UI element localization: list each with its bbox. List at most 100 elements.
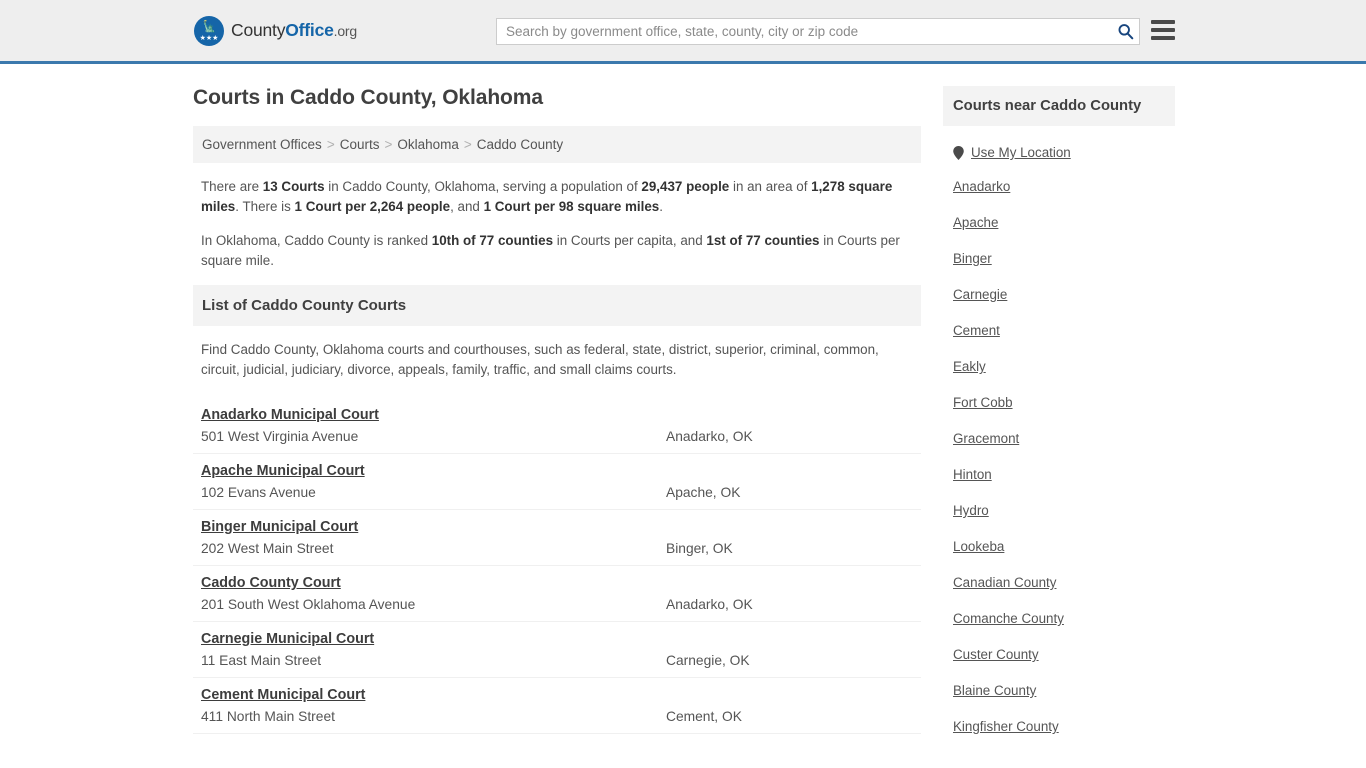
court-list: Anadarko Municipal Court 501 West Virgin…	[193, 398, 921, 734]
sidebar-link[interactable]: Eakly	[953, 359, 986, 374]
intro-paragraph-2: In Oklahoma, Caddo County is ranked 10th…	[201, 233, 900, 268]
stars-glyph: ★★★	[199, 34, 219, 42]
hamburger-menu-icon[interactable]	[1151, 20, 1175, 40]
intro-statistics: There are 13 Courts in Caddo County, Okl…	[193, 177, 921, 271]
table-row: Carnegie Municipal Court 11 East Main St…	[193, 622, 921, 678]
hamburger-bar-1	[1151, 20, 1175, 24]
search-bar	[496, 18, 1140, 45]
court-name-link[interactable]: Binger Municipal Court	[201, 519, 358, 535]
sidebar-link[interactable]: Kingfisher County	[953, 719, 1059, 734]
search-input[interactable]	[496, 18, 1140, 45]
court-city: Carnegie, OK	[666, 653, 750, 668]
sidebar-item-lookeba[interactable]: Lookeba	[943, 529, 1175, 565]
court-city: Binger, OK	[666, 541, 733, 556]
sidebar-link[interactable]: Canadian County	[953, 575, 1056, 590]
court-name-link[interactable]: Apache Municipal Court	[201, 463, 365, 479]
sidebar-item-hydro[interactable]: Hydro	[943, 493, 1175, 529]
site-header: 🗽 ★★★ CountyOffice.org	[0, 0, 1366, 64]
sidebar-item-use-my-location[interactable]: Use My Location	[943, 136, 1175, 169]
map-pin-icon	[953, 145, 964, 160]
sidebar-item-custer-county[interactable]: Custer County	[943, 637, 1175, 673]
search-icon	[1118, 24, 1133, 40]
court-detail-line: 201 South West Oklahoma Avenue Anadarko,…	[201, 597, 913, 612]
breadcrumb-separator: >	[463, 137, 472, 152]
sidebar-item-kingfisher-county[interactable]: Kingfisher County	[943, 709, 1175, 745]
breadcrumb-item-government-offices[interactable]: Government Offices	[202, 137, 322, 152]
sidebar-item-canadian-county[interactable]: Canadian County	[943, 565, 1175, 601]
breadcrumb-item-oklahoma[interactable]: Oklahoma	[397, 137, 459, 152]
sidebar-link[interactable]: Anadarko	[953, 179, 1010, 194]
hamburger-bar-3	[1151, 36, 1175, 40]
sidebar-link[interactable]: Hydro	[953, 503, 989, 518]
breadcrumb-separator: >	[384, 137, 393, 152]
court-address: 201 South West Oklahoma Avenue	[201, 597, 416, 612]
court-detail-line: 411 North Main Street Cement, OK	[201, 709, 913, 724]
court-address: 102 Evans Avenue	[201, 485, 316, 500]
sidebar-item-gracemont[interactable]: Gracemont	[943, 421, 1175, 457]
sidebar-link[interactable]: Binger	[953, 251, 992, 266]
court-city: Apache, OK	[666, 485, 741, 500]
eagle-glyph: 🗽	[202, 20, 217, 33]
page-title: Courts in Caddo County, Oklahoma	[193, 86, 543, 109]
sidebar: Courts near Caddo County Use My Location…	[943, 86, 1175, 745]
sidebar-link[interactable]: Custer County	[953, 647, 1039, 662]
logo-county-text: County	[231, 20, 286, 40]
sidebar-link[interactable]: Hinton	[953, 467, 992, 482]
court-detail-line: 102 Evans Avenue Apache, OK	[201, 485, 913, 500]
intro-paragraph-1: There are 13 Courts in Caddo County, Okl…	[201, 179, 893, 214]
sidebar-item-carnegie[interactable]: Carnegie	[943, 277, 1175, 313]
court-name-link[interactable]: Carnegie Municipal Court	[201, 631, 374, 647]
sidebar-link[interactable]: Comanche County	[953, 611, 1064, 626]
sidebar-item-apache[interactable]: Apache	[943, 205, 1175, 241]
breadcrumb-item-courts[interactable]: Courts	[340, 137, 380, 152]
content-container: Courts in Caddo County, Oklahoma Governm…	[193, 64, 1175, 745]
sidebar-link[interactable]: Fort Cobb	[953, 395, 1013, 410]
sidebar-link[interactable]: Gracemont	[953, 431, 1019, 446]
sidebar-item-cement[interactable]: Cement	[943, 313, 1175, 349]
eagle-shield-icon: 🗽 ★★★	[194, 15, 224, 46]
court-address: 11 East Main Street	[201, 653, 322, 668]
court-address: 501 West Virginia Avenue	[201, 429, 359, 444]
court-name-link[interactable]: Cement Municipal Court	[201, 687, 365, 703]
section-heading-court-list: List of Caddo County Courts	[193, 285, 921, 326]
court-city: Anadarko, OK	[666, 597, 753, 612]
table-row: Apache Municipal Court 102 Evans Avenue …	[193, 454, 921, 510]
court-city: Cement, OK	[666, 709, 742, 724]
sidebar-link[interactable]: Apache	[953, 215, 998, 230]
court-city: Anadarko, OK	[666, 429, 753, 444]
court-name-link[interactable]: Anadarko Municipal Court	[201, 407, 379, 423]
search-button[interactable]	[1114, 21, 1136, 42]
sidebar-list: Use My Location Anadarko Apache Binger C…	[943, 136, 1175, 745]
use-my-location-link[interactable]: Use My Location	[971, 145, 1071, 160]
site-logo[interactable]: 🗽 ★★★ CountyOffice.org	[194, 15, 357, 46]
court-detail-line: 501 West Virginia Avenue Anadarko, OK	[201, 429, 913, 444]
sidebar-item-blaine-county[interactable]: Blaine County	[943, 673, 1175, 709]
sidebar-link[interactable]: Cement	[953, 323, 1000, 338]
page-body: Courts in Caddo County, Oklahoma Governm…	[0, 64, 1366, 745]
sidebar-item-binger[interactable]: Binger	[943, 241, 1175, 277]
court-address: 411 North Main Street	[201, 709, 335, 724]
breadcrumb: Government Offices > Courts > Oklahoma > Caddo…	[193, 126, 921, 163]
sidebar-item-comanche-county[interactable]: Comanche County	[943, 601, 1175, 637]
court-detail-line: 11 East Main Street Carnegie, OK	[201, 653, 913, 668]
sidebar-item-anadarko[interactable]: Anadarko	[943, 169, 1175, 205]
sidebar-link[interactable]: Blaine County	[953, 683, 1036, 698]
table-row: Binger Municipal Court 202 West Main Str…	[193, 510, 921, 566]
breadcrumb-separator: >	[326, 137, 335, 152]
sidebar-item-fort-cobb[interactable]: Fort Cobb	[943, 385, 1175, 421]
section-description: Find Caddo County, Oklahoma courts and c…	[201, 342, 879, 377]
sidebar-item-eakly[interactable]: Eakly	[943, 349, 1175, 385]
site-logo-text: CountyOffice.org	[231, 20, 357, 41]
logo-office-text: Office	[285, 20, 334, 40]
table-row: Caddo County Court 201 South West Oklaho…	[193, 566, 921, 622]
breadcrumb-item-caddo-county[interactable]: Caddo County	[477, 137, 563, 152]
table-row: Cement Municipal Court 411 North Main St…	[193, 678, 921, 734]
sidebar-item-hinton[interactable]: Hinton	[943, 457, 1175, 493]
main-column: Courts in Caddo County, Oklahoma Governm…	[193, 86, 921, 745]
sidebar-link[interactable]: Carnegie	[953, 287, 1007, 302]
court-address: 202 West Main Street	[201, 541, 334, 556]
court-name-link[interactable]: Caddo County Court	[201, 575, 341, 591]
sidebar-link[interactable]: Lookeba	[953, 539, 1004, 554]
court-detail-line: 202 West Main Street Binger, OK	[201, 541, 913, 556]
hamburger-bar-2	[1151, 28, 1175, 32]
